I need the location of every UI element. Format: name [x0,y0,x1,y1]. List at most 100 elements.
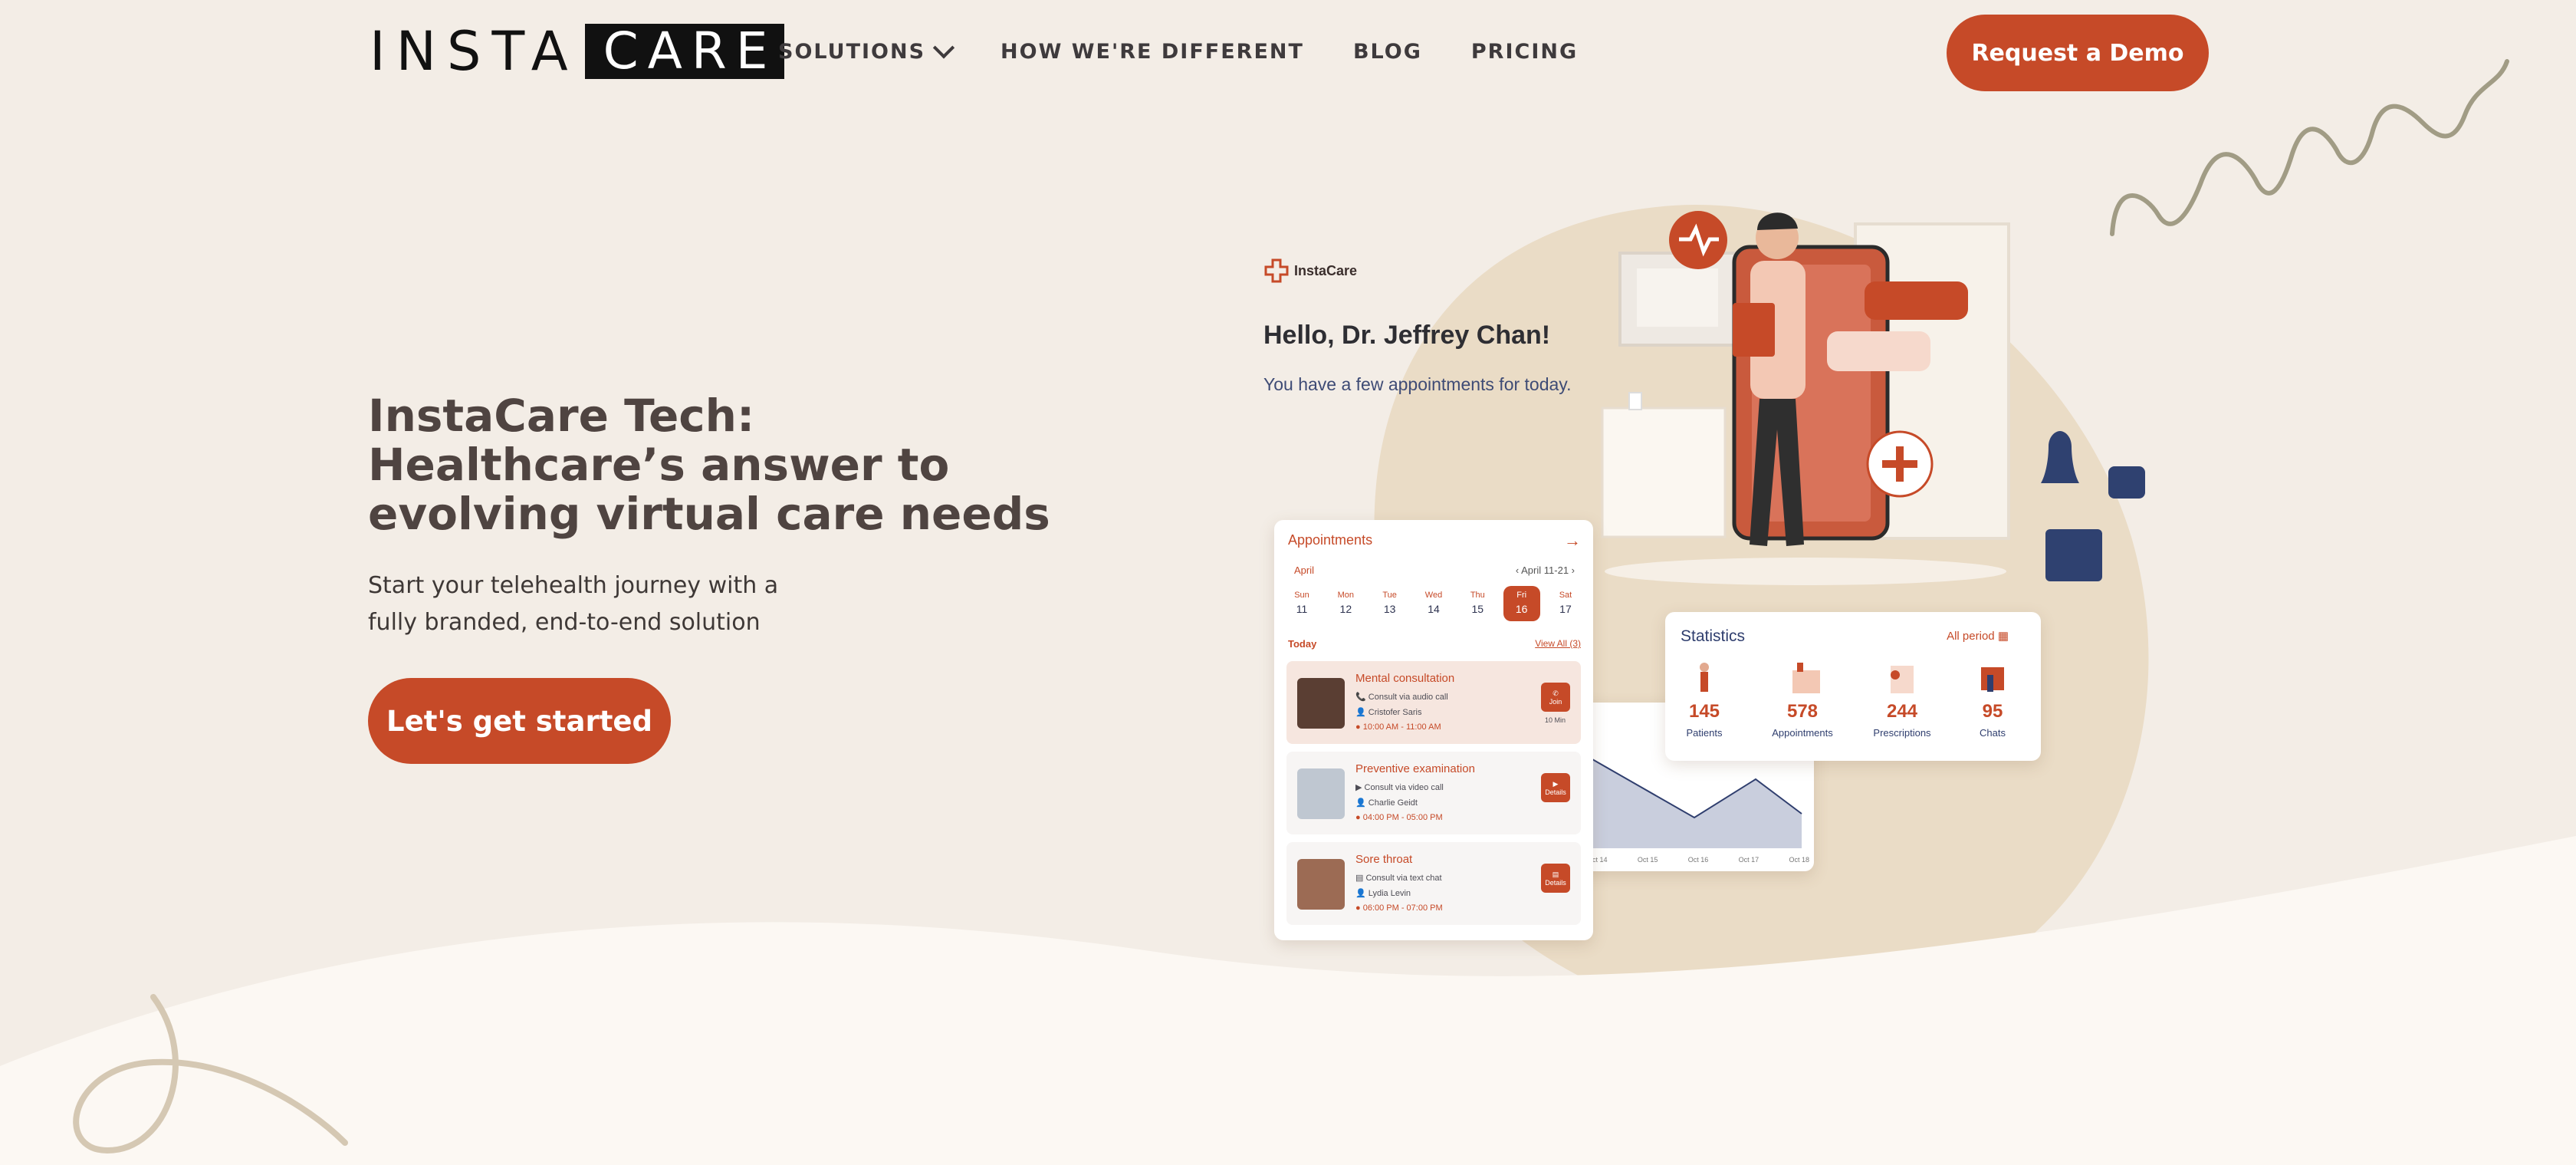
stat-label: Chats [1980,727,2006,739]
chart-ticks: Oct 14 Oct 15 Oct 16 Oct 17 Oct 18 [1587,856,1809,864]
calendar-day[interactable]: Sat 17 [1547,591,1584,621]
phone-icon: ✆ [1552,689,1559,697]
stat-label: Patients [1686,727,1723,739]
day-name: Thu [1470,591,1485,600]
details-label: Details [1545,788,1566,796]
nav-pricing[interactable]: PRICING [1471,40,1578,64]
chart-tick: Oct 15 [1637,856,1658,864]
appointment-mode: ▶ Consult via video call [1355,783,1444,792]
day-number: 15 [1471,603,1484,615]
appointment-patient-name: Cristofer Saris [1368,708,1422,717]
stat-chats: 95 Chats [1950,701,2035,739]
view-all-link[interactable]: View All (3) [1535,638,1581,649]
hero-title-line: Healthcare’s answer to [368,439,950,491]
day-name: Mon [1337,591,1355,600]
day-number: 14 [1428,603,1440,615]
app-brand: InstaCare [1263,258,1357,284]
appointment-time: ● 06:00 PM - 07:00 PM [1355,903,1443,913]
details-button[interactable]: ▶ Details [1541,773,1570,802]
appointment-mode-text: Consult via video call [1364,783,1444,792]
day-number: 17 [1559,603,1572,615]
appointments-card: Appointments → April ‹ April 11-21 › Sun… [1274,520,1593,940]
calendar-day[interactable]: Thu 15 [1459,591,1496,621]
appointment-mode-text: Consult via audio call [1368,693,1448,702]
get-started-button[interactable]: Let's get started [368,678,671,764]
stat-value: 145 [1688,701,1720,722]
day-name: Wed [1424,591,1443,600]
statistics-card: Statistics All period ▦ 145 Patients 578 A… [1665,612,2041,761]
stat-value: 578 [1786,701,1819,722]
stat-illustrations [1700,663,2004,693]
main-nav: SOLUTIONS HOW WE'RE DIFFERENT BLOG PRICI… [778,36,1627,64]
nav-solutions[interactable]: SOLUTIONS [778,36,955,64]
chart-tick: Oct 17 [1738,856,1760,864]
appointment-patient: 👤 Cristofer Saris [1355,708,1422,717]
appointment-time-text: 10:00 AM - 11:00 AM [1362,722,1441,732]
statistics-title: Statistics [1681,627,1746,645]
calendar-day[interactable]: Wed 14 [1415,591,1452,621]
join-button[interactable]: ✆ Join [1541,683,1570,712]
day-name: Sat [1559,591,1572,600]
day-number: 11 [1296,603,1308,615]
calendar-icon: ▦ [1997,630,2009,643]
patient-avatar [1297,859,1345,910]
hero-subtitle-line: fully branded, end-to-end solution [368,609,761,636]
calendar-range-label: April 11-21 [1521,564,1569,576]
hero-subtitle-line: Start your telehealth journey with a [368,572,779,599]
stat-label: Prescriptions [1873,727,1931,739]
nav-blog[interactable]: BLOG [1353,40,1422,64]
appointment-mode: ▤ Consult via text chat [1355,874,1442,883]
chat-icon: ▤ [1552,870,1559,878]
calendar-days: Sun 11 Mon 12 Tue 13 Wed 14 Thu 15 Fri 16 Sat 1… [1283,586,1584,621]
appointment-title: Preventive examination [1355,762,1475,775]
appointment-time-text: 04:00 PM - 05:00 PM [1362,813,1443,822]
hero-subtitle: Start your telehealth journey with a ful… [368,568,797,641]
appointment-item[interactable]: Mental consultation 📞 Consult via audio … [1286,661,1581,744]
request-demo-button[interactable]: Request a Demo [1947,15,2209,91]
stat-value: 95 [1982,701,2003,722]
day-name: Tue [1382,591,1397,600]
calendar-day[interactable]: Mon 12 [1327,591,1364,621]
patient-avatar [1297,768,1345,819]
appointment-title: Mental consultation [1355,672,1455,685]
stat-patients: 145 Patients [1662,701,1746,739]
appointment-item[interactable]: Preventive examination ▶ Consult via vid… [1286,752,1581,834]
greeting: Hello, Dr. Jeffrey Chan! [1263,321,1551,350]
chevron-down-icon [932,36,955,58]
calendar-day[interactable]: Sun 11 [1283,591,1320,621]
greeting-subtext: You have a few appointments for today. [1263,374,1572,394]
chart-tick: Oct 18 [1789,856,1809,864]
calendar-day[interactable]: Tue 13 [1372,591,1408,621]
nav-how-were-different[interactable]: HOW WE'RE DIFFERENT [1001,40,1304,64]
stat-prescriptions: 244 Prescriptions [1860,701,1944,739]
video-icon: ▶ [1552,779,1559,788]
patient-avatar [1297,678,1345,729]
hero-title-line: evolving virtual care needs [368,488,1050,540]
hero-title-line: InstaCare Tech: [368,390,755,442]
appointment-item[interactable]: Sore throat ▤ Consult via text chat 👤 Ly… [1286,842,1581,925]
appointments-title: Appointments [1288,532,1373,548]
nav-solutions-label: SOLUTIONS [778,40,926,64]
chart-tick: Oct 16 [1687,856,1709,864]
day-number: 16 [1515,603,1528,615]
instacare-logo[interactable]: INSTA CARE [370,20,785,83]
logo-text-insta: INSTA [370,20,579,83]
statistics-period-label: All period [1947,630,1995,643]
appointment-mode-text: Consult via text chat [1365,874,1442,883]
arrow-right-icon[interactable]: → [1564,531,1581,551]
app-brand-name: InstaCare [1294,262,1358,278]
statistics-period[interactable]: All period ▦ [1947,629,2009,643]
details-button[interactable]: ▤ Details [1541,864,1570,893]
calendar-day-selected[interactable]: Fri 16 [1503,586,1540,621]
appointment-patient: 👤 Charlie Geidt [1355,798,1418,808]
cross-logo-icon [1264,258,1289,283]
appointment-mode: 📞 Consult via audio call [1355,693,1448,702]
stat-value: 244 [1886,701,1918,722]
appointment-patient-name: Charlie Geidt [1368,798,1418,808]
appointment-title: Sore throat [1355,853,1413,866]
day-number: 12 [1339,603,1352,615]
calendar-range: ‹ April 11-21 › [1515,564,1575,576]
logo-text-care: CARE [584,24,785,79]
stat-appointments: 578 Appointments [1760,701,1845,739]
join-label: Join [1549,697,1562,706]
